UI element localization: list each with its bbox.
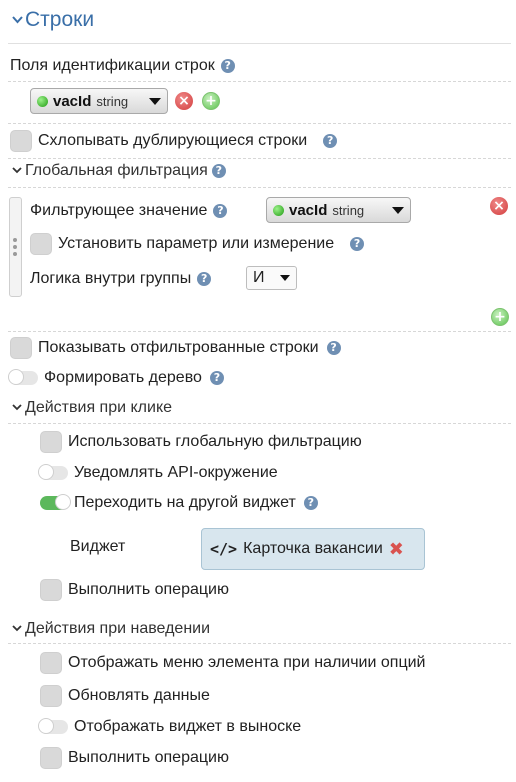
global-filter-title: Глобальная фильтрация [25,162,208,179]
divider [8,331,511,332]
help-icon[interactable]: ? [323,134,338,148]
set-param-label: Установить параметр или измерение [58,235,335,252]
click-run-operation-row: Выполнить операцию [40,579,229,601]
add-filter-button[interactable]: + [491,308,509,326]
collapse-duplicates-label: Схлопывать дублирующиеся строки [38,132,308,149]
refresh-data-row: Обновлять данные [40,685,210,707]
show-widget-tooltip-toggle[interactable] [38,718,68,734]
chevron-down-icon [12,166,22,176]
set-param-checkbox[interactable] [30,233,52,255]
help-icon[interactable]: ? [303,496,318,510]
group-logic-label: Логика внутри группы [30,270,192,287]
help-icon[interactable]: ? [197,272,212,286]
field-name: vacId [289,201,328,219]
build-tree-toggle[interactable] [8,369,38,385]
divider [8,643,511,644]
go-to-widget-toggle[interactable] [40,494,71,510]
collapse-duplicates-row: Схлопывать дублирующиеся строки ? [10,130,338,152]
notify-api-row: Уведомлять API-окружение [38,464,278,482]
filter-value-label: Фильтрующее значение [30,202,208,219]
caret-down-icon [392,206,404,214]
filter-group-drag-handle[interactable] [9,197,22,297]
notify-api-toggle[interactable] [38,464,68,480]
section-header-rows[interactable]: Строки [12,8,94,32]
field-type: string [96,93,129,109]
help-icon[interactable]: ? [220,59,235,73]
click-run-operation-label: Выполнить операцию [68,581,229,598]
field-name: vacId [53,92,92,110]
status-dot-icon [273,204,284,216]
status-dot-icon [37,95,48,107]
click-actions-header[interactable]: Действия при клике [12,399,172,417]
refresh-data-checkbox[interactable] [40,685,62,707]
filter-value-row: Фильтрующее значение ? [30,202,228,220]
go-to-widget-label: Переходить на другой виджет [74,494,296,511]
caret-down-icon [149,97,161,105]
divider [8,123,511,124]
widget-chip[interactable]: </> Карточка вакансии ✖ [201,528,425,570]
section-divider [8,43,511,44]
remove-field-button[interactable]: × [175,92,193,110]
divider [8,81,511,82]
global-filter-header[interactable]: Глобальная фильтрация ? [12,162,226,180]
row-id-label: Поля идентификации строк [10,57,215,74]
divider [8,187,511,188]
group-logic-row: Логика внутри группы ? [30,270,212,288]
section-title: Строки [25,8,95,31]
help-icon[interactable]: ? [326,341,341,355]
remove-widget-icon[interactable]: ✖ [389,539,404,560]
show-filtered-checkbox[interactable] [10,337,32,359]
group-logic-select[interactable]: И [246,266,297,290]
hover-run-operation-row: Выполнить операцию [40,747,229,769]
use-global-filter-checkbox[interactable] [40,431,62,453]
hover-run-operation-checkbox[interactable] [40,747,62,769]
row-id-field-select[interactable]: vacId string [30,88,168,114]
build-tree-label: Формировать дерево [44,369,202,386]
divider [8,423,511,424]
click-actions-title: Действия при клике [25,399,173,416]
row-id-label-row: Поля идентификации строк ? [10,57,235,75]
use-global-filter-row: Использовать глобальную фильтрацию [40,431,362,453]
use-global-filter-label: Использовать глобальную фильтрацию [68,433,362,450]
click-run-operation-checkbox[interactable] [40,579,62,601]
divider [8,158,511,159]
show-menu-label: Отображать меню элемента при наличии опц… [68,654,426,671]
widget-label: Виджет [70,538,126,555]
help-icon[interactable]: ? [211,164,226,178]
group-logic-value: И [253,269,265,286]
code-icon: </> [210,540,238,558]
filter-field-select[interactable]: vacId string [266,197,411,223]
hover-actions-title: Действия при наведении [25,620,211,637]
set-param-row: Установить параметр или измерение ? [30,233,365,255]
show-filtered-row: Показывать отфильтрованные строки ? [10,337,341,359]
help-icon[interactable]: ? [209,371,224,385]
caret-down-icon [280,275,290,281]
notify-api-label: Уведомлять API-окружение [74,464,278,481]
field-type: string [332,202,365,218]
show-menu-row: Отображать меню элемента при наличии опц… [40,652,425,674]
widget-value: Карточка вакансии [243,540,383,557]
collapse-duplicates-checkbox[interactable] [10,130,32,152]
add-field-button[interactable]: + [202,92,220,110]
help-icon[interactable]: ? [350,237,365,251]
chevron-down-icon [12,403,22,413]
hover-actions-header[interactable]: Действия при наведении [12,620,210,638]
show-widget-tooltip-row: Отображать виджет в выноске [38,718,302,736]
help-icon[interactable]: ? [213,204,228,218]
chevron-down-icon [12,15,23,25]
build-tree-row: Формировать дерево ? [8,369,224,387]
refresh-data-label: Обновлять данные [68,687,210,704]
show-menu-checkbox[interactable] [40,652,62,674]
hover-run-operation-label: Выполнить операцию [68,749,229,766]
show-filtered-label: Показывать отфильтрованные строки [38,339,319,356]
show-widget-tooltip-label: Отображать виджет в выноске [74,718,302,735]
go-to-widget-row: Переходить на другой виджет ? [40,494,318,512]
chevron-down-icon [12,624,22,634]
remove-filter-button[interactable]: × [490,197,508,215]
